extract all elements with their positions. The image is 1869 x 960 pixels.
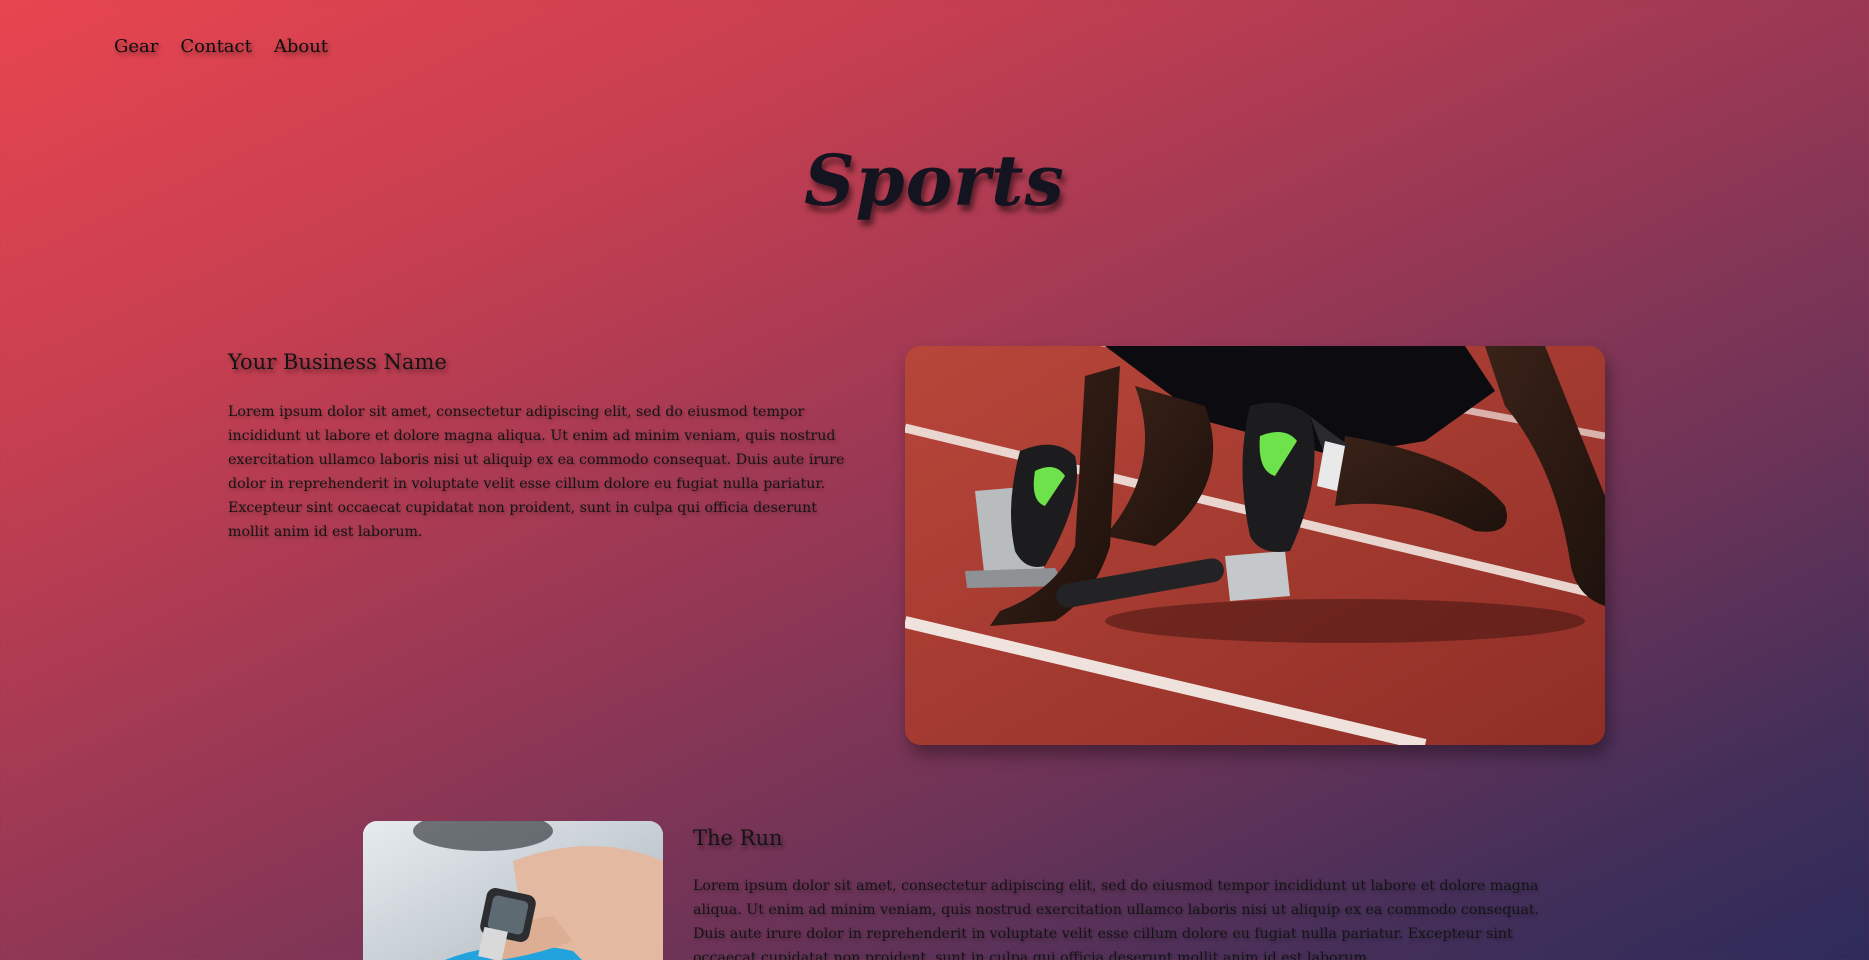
nav-link-gear[interactable]: Gear xyxy=(114,36,158,57)
page-title: Sports xyxy=(804,139,1065,222)
nav-link-about[interactable]: About xyxy=(274,36,328,57)
nav-link-contact[interactable]: Contact xyxy=(180,36,251,57)
run-heading: The Run xyxy=(693,826,783,850)
top-nav: Gear Contact About xyxy=(114,36,328,57)
business-section: Your Business Name Lorem ipsum dolor sit… xyxy=(228,350,860,544)
smartwatch-photo xyxy=(363,821,663,960)
business-heading: Your Business Name xyxy=(228,350,447,374)
business-description: Lorem ipsum dolor sit amet, consectetur … xyxy=(228,404,845,540)
run-description: Lorem ipsum dolor sit amet, consectetur … xyxy=(693,878,1540,960)
sprinter-photo xyxy=(905,346,1605,745)
run-section: The Run Lorem ipsum dolor sit amet, cons… xyxy=(693,826,1553,960)
